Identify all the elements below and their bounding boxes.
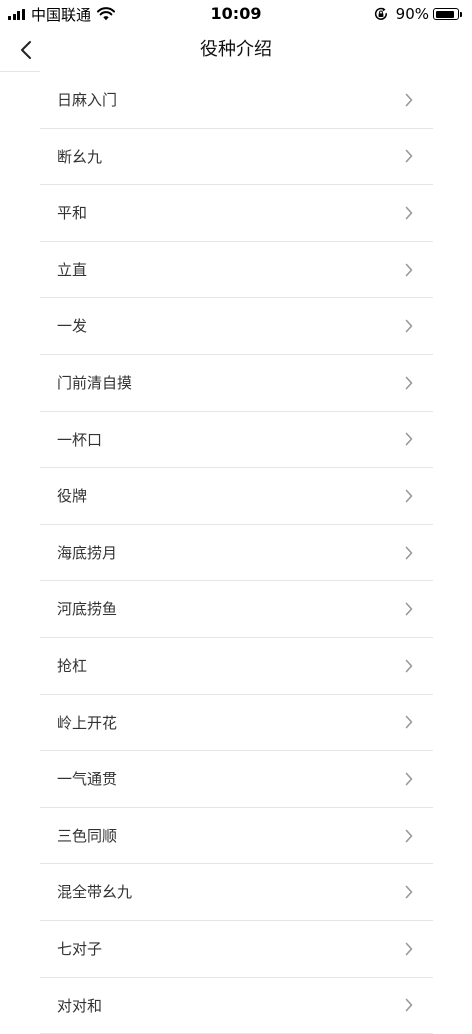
wifi-icon [97, 7, 115, 21]
battery-icon [433, 8, 459, 20]
list-item-label: 三色同顺 [57, 808, 117, 864]
list-item-label: 日麻入门 [57, 72, 117, 128]
chevron-right-icon [405, 149, 413, 163]
list-item[interactable]: 日麻入门 [40, 72, 433, 129]
list-item-label: 七对子 [57, 921, 102, 977]
list-item[interactable]: 三色同顺 [40, 808, 433, 865]
list-item-label: 一气通贯 [57, 751, 117, 807]
battery-percentage: 90% [396, 5, 429, 23]
list-item[interactable]: 役牌 [40, 468, 433, 525]
chevron-right-icon [405, 432, 413, 446]
battery-fill [436, 11, 454, 18]
yaku-list: 日麻入门 断幺九 平和 立直 一发 门前清自摸 一杯口 役牌 [40, 72, 433, 1034]
signal-strength-icon [8, 8, 26, 20]
chevron-right-icon [405, 263, 413, 277]
list-item-label: 役牌 [57, 468, 87, 524]
navigation-bar: 役种介绍 [0, 28, 472, 72]
list-item[interactable]: 混全带幺九 [40, 864, 433, 921]
list-item[interactable]: 平和 [40, 185, 433, 242]
chevron-right-icon [405, 715, 413, 729]
list-item[interactable]: 一气通贯 [40, 751, 433, 808]
list-item-label: 立直 [57, 242, 87, 298]
list-item[interactable]: 河底捞鱼 [40, 581, 433, 638]
list-item-label: 平和 [57, 185, 87, 241]
chevron-right-icon [405, 206, 413, 220]
list-item-label: 抢杠 [57, 638, 87, 694]
list-item[interactable]: 一发 [40, 298, 433, 355]
chevron-right-icon [405, 942, 413, 956]
status-bar: 中国联通 10:09 90% [0, 0, 472, 28]
carrier-name: 中国联通 [31, 4, 91, 25]
list-item[interactable]: 岭上开花 [40, 695, 433, 752]
list-item[interactable]: 抢杠 [40, 638, 433, 695]
page-title: 役种介绍 [0, 28, 472, 72]
chevron-right-icon [405, 546, 413, 560]
list-item-label: 一发 [57, 298, 87, 354]
chevron-right-icon [405, 602, 413, 616]
list-item-label: 断幺九 [57, 129, 102, 185]
list-item[interactable]: 海底捞月 [40, 525, 433, 582]
chevron-right-icon [405, 489, 413, 503]
chevron-right-icon [405, 376, 413, 390]
status-left: 中国联通 [8, 4, 115, 24]
list-item[interactable]: 断幺九 [40, 129, 433, 186]
battery-tip [460, 12, 462, 17]
back-button[interactable] [10, 34, 42, 66]
chevron-left-icon [19, 40, 33, 60]
chevron-right-icon [405, 319, 413, 333]
chevron-right-icon [405, 885, 413, 899]
list-item[interactable]: 一杯口 [40, 412, 433, 469]
chevron-right-icon [405, 659, 413, 673]
list-item-label: 岭上开花 [57, 695, 117, 751]
list-item-label: 一杯口 [57, 412, 102, 468]
list-item[interactable]: 门前清自摸 [40, 355, 433, 412]
status-right: 90% [374, 4, 462, 24]
list-item-label: 门前清自摸 [57, 355, 132, 411]
list-item-label: 对对和 [57, 978, 102, 1034]
list-item[interactable]: 七对子 [40, 921, 433, 978]
list-item[interactable]: 对对和 [40, 978, 433, 1034]
chevron-right-icon [405, 772, 413, 786]
header-divider [0, 71, 40, 72]
list-item-label: 混全带幺九 [57, 864, 132, 920]
list-item-label: 海底捞月 [57, 525, 117, 581]
chevron-right-icon [405, 829, 413, 843]
list-item-label: 河底捞鱼 [57, 581, 117, 637]
orientation-lock-icon [374, 7, 388, 21]
list-item[interactable]: 立直 [40, 242, 433, 299]
chevron-right-icon [405, 93, 413, 107]
chevron-right-icon [405, 998, 413, 1012]
